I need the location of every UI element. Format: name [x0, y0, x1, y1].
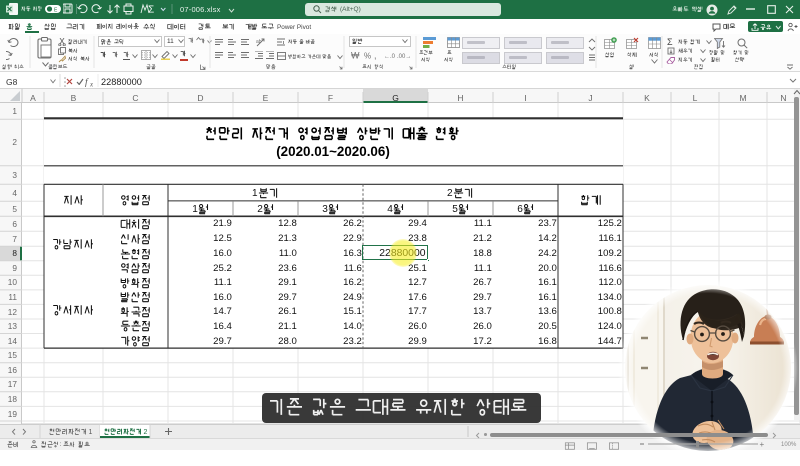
- svg-text:,: ,: [374, 51, 377, 61]
- svg-text:ab: ab: [256, 39, 262, 45]
- svg-text:Σ: Σ: [148, 5, 154, 16]
- svg-text:%: %: [364, 52, 371, 61]
- svg-text:₩: ₩: [351, 51, 360, 61]
- svg-text:x: x: [89, 80, 94, 87]
- svg-text:f: f: [85, 77, 89, 87]
- svg-text:.00→: .00→: [397, 54, 411, 60]
- svg-text:Σ: Σ: [667, 37, 673, 46]
- svg-text:←.0: ←.0: [384, 54, 396, 60]
